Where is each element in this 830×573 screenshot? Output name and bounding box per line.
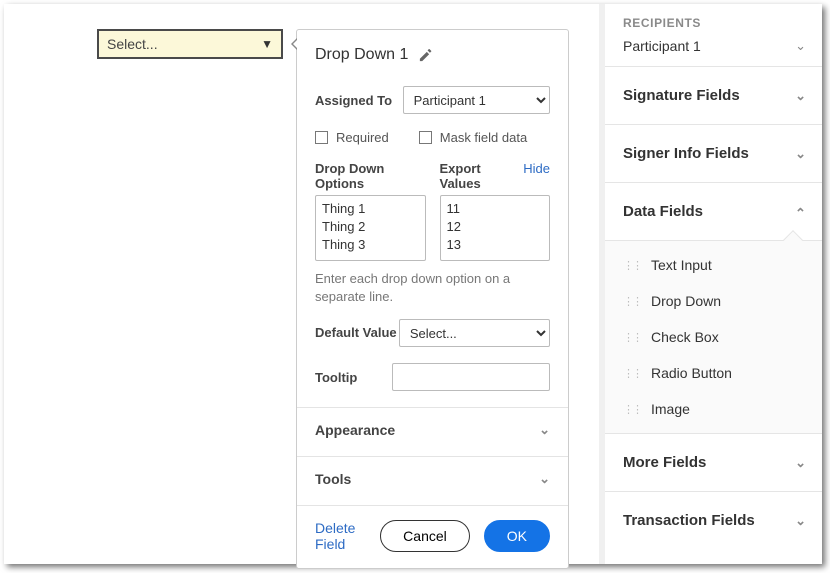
drag-handle-icon: ⋮⋮	[623, 331, 641, 344]
item-label: Image	[651, 401, 690, 417]
recipient-value: Participant 1	[623, 38, 701, 54]
drag-handle-icon: ⋮⋮	[623, 259, 641, 272]
field-type-radio-button[interactable]: ⋮⋮ Radio Button	[605, 355, 822, 391]
field-type-drop-down[interactable]: ⋮⋮ Drop Down	[605, 283, 822, 319]
item-label: Drop Down	[651, 293, 721, 309]
tools-section[interactable]: Tools ⌄	[315, 457, 550, 499]
chevron-down-icon: ⌄	[795, 88, 806, 104]
recipients-title: RECIPIENTS	[623, 16, 806, 30]
section-label: Data Fields	[623, 203, 703, 220]
default-value-label: Default Value	[315, 325, 399, 341]
tools-label: Tools	[315, 471, 351, 487]
drag-handle-icon: ⋮⋮	[623, 295, 641, 308]
chevron-down-icon: ⌄	[795, 146, 806, 162]
required-checkbox[interactable]: Required	[315, 130, 389, 145]
data-fields-items: ⋮⋮ Text Input ⋮⋮ Drop Down ⋮⋮ Check Box ⋮⋮ R…	[605, 241, 822, 434]
transaction-fields-section[interactable]: Transaction Fields ⌄	[605, 492, 822, 549]
ok-button[interactable]: OK	[484, 520, 550, 552]
field-type-check-box[interactable]: ⋮⋮ Check Box	[605, 319, 822, 355]
chevron-down-icon: ⌄	[795, 38, 806, 54]
recipient-select[interactable]: Participant 1 ⌄	[623, 38, 806, 54]
section-label: Signature Fields	[623, 87, 740, 104]
default-value-select[interactable]: Select...	[399, 319, 550, 347]
appearance-section[interactable]: Appearance ⌄	[315, 408, 550, 450]
required-label: Required	[336, 130, 389, 145]
chevron-down-icon: ⌄	[539, 471, 550, 487]
cancel-button[interactable]: Cancel	[380, 520, 470, 552]
mask-label: Mask field data	[440, 130, 527, 145]
scrollbar[interactable]	[599, 4, 605, 564]
mask-checkbox[interactable]: Mask field data	[419, 130, 527, 145]
item-label: Radio Button	[651, 365, 732, 381]
checkbox-icon	[419, 131, 432, 144]
signer-info-fields-section[interactable]: Signer Info Fields ⌄	[605, 125, 822, 183]
hide-export-link[interactable]: Hide	[523, 161, 550, 176]
field-type-image[interactable]: ⋮⋮ Image	[605, 391, 822, 427]
placed-field-placeholder: Select...	[107, 36, 158, 52]
options-textarea[interactable]	[315, 195, 426, 261]
drag-handle-icon: ⋮⋮	[623, 367, 641, 380]
drag-handle-icon: ⋮⋮	[623, 403, 641, 416]
right-sidebar: RECIPIENTS Participant 1 ⌄ Signature Fie…	[604, 4, 822, 564]
checkbox-icon	[315, 131, 328, 144]
options-hint: Enter each drop down option on a separat…	[315, 270, 550, 305]
section-label: Signer Info Fields	[623, 145, 749, 162]
options-header: Drop Down Options	[315, 161, 426, 191]
placed-dropdown-field[interactable]: Select... ▼	[97, 29, 283, 59]
chevron-up-icon: ⌄	[795, 204, 806, 220]
field-name-label: Drop Down 1	[315, 46, 408, 64]
export-values-header: Export Values	[440, 161, 524, 191]
edit-icon[interactable]	[418, 48, 433, 63]
assigned-to-select[interactable]: Participant 1	[403, 86, 550, 114]
item-label: Check Box	[651, 329, 719, 345]
assigned-to-label: Assigned To	[315, 93, 403, 108]
appearance-label: Appearance	[315, 422, 395, 438]
signature-fields-section[interactable]: Signature Fields ⌄	[605, 67, 822, 125]
more-fields-section[interactable]: More Fields ⌄	[605, 434, 822, 492]
tooltip-input[interactable]	[392, 363, 550, 391]
field-properties-popover: Drop Down 1 Assigned To Participant 1 Re…	[296, 29, 569, 569]
tooltip-label: Tooltip	[315, 370, 392, 385]
export-values-textarea[interactable]	[440, 195, 551, 261]
field-type-text-input[interactable]: ⋮⋮ Text Input	[605, 247, 822, 283]
section-label: Transaction Fields	[623, 512, 755, 529]
chevron-down-icon: ⌄	[795, 513, 806, 529]
section-label: More Fields	[623, 454, 706, 471]
chevron-down-icon: ▼	[261, 37, 273, 51]
chevron-down-icon: ⌄	[795, 455, 806, 471]
chevron-down-icon: ⌄	[539, 422, 550, 438]
item-label: Text Input	[651, 257, 712, 273]
delete-field-link[interactable]: Delete Field	[315, 520, 366, 552]
